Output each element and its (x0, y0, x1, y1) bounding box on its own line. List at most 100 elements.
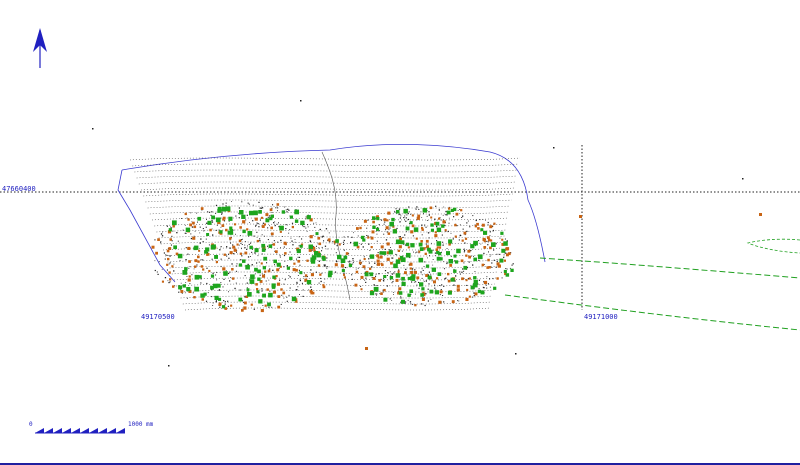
green-marker (299, 271, 303, 275)
orange-marker (246, 228, 249, 231)
survey-point (415, 252, 417, 254)
orange-marker (238, 239, 242, 242)
orange-marker (327, 238, 331, 242)
green-marker (296, 248, 301, 254)
survey-point (453, 284, 455, 286)
green-marker (435, 221, 440, 226)
survey-point (400, 278, 402, 280)
survey-point (163, 252, 165, 254)
green-marker (491, 242, 496, 247)
orange-marker (193, 296, 196, 299)
orange-marker (239, 226, 242, 229)
survey-point (450, 233, 452, 234)
green-marker (253, 210, 258, 216)
map-canvas[interactable]: 47660400 49170500 49171000 0 1000 mm (0, 0, 800, 465)
orange-marker (277, 305, 281, 309)
survey-point (411, 268, 414, 270)
survey-point (357, 235, 359, 237)
survey-point (467, 220, 469, 222)
survey-point (211, 228, 213, 230)
survey-point (479, 219, 481, 221)
survey-point (220, 226, 222, 228)
survey-point (305, 227, 307, 229)
orange-marker (386, 242, 390, 246)
orange-marker (232, 245, 236, 249)
orange-marker (363, 258, 366, 261)
orange-marker (490, 239, 493, 242)
green-marker (245, 264, 250, 270)
scale-start-label: 0 (29, 421, 33, 428)
green-marker (413, 227, 419, 232)
green-marker (427, 247, 431, 252)
survey-point (425, 280, 427, 282)
contour-line (134, 169, 518, 173)
survey-point (256, 236, 258, 238)
survey-point (493, 249, 495, 251)
orange-marker (218, 302, 222, 306)
green-marker (463, 265, 468, 270)
survey-point (394, 271, 396, 273)
survey-point (215, 229, 217, 231)
green-marker (206, 233, 210, 236)
orange-marker (386, 219, 389, 222)
survey-point (184, 292, 186, 294)
survey-point (199, 232, 201, 234)
survey-point (168, 263, 170, 265)
green-marker (249, 210, 254, 216)
green-marker (197, 216, 202, 221)
green-marker (185, 227, 191, 232)
survey-point (242, 238, 243, 240)
survey-point (512, 263, 514, 265)
green-marker (265, 218, 270, 223)
survey-point (284, 279, 286, 281)
survey-point (421, 234, 423, 236)
survey-point (328, 232, 330, 234)
survey-point (430, 274, 432, 276)
survey-point (434, 255, 436, 256)
green-marker (267, 302, 271, 307)
survey-point (343, 243, 345, 245)
survey-point (228, 220, 230, 222)
orange-marker (223, 253, 226, 256)
survey-point (391, 300, 393, 301)
survey-point (189, 266, 191, 268)
isolated-point (168, 365, 170, 367)
orange-marker (448, 207, 451, 210)
survey-point (279, 256, 281, 258)
green-marker (186, 287, 191, 292)
survey-point (305, 218, 307, 220)
orange-marker (438, 300, 442, 304)
survey-point (310, 269, 312, 271)
survey-point (487, 283, 489, 285)
survey-point (383, 233, 385, 235)
survey-point (292, 244, 294, 246)
survey-point (463, 270, 465, 272)
survey-point (288, 275, 290, 276)
orange-marker (343, 276, 346, 279)
survey-point (244, 296, 246, 298)
green-marker (315, 232, 319, 236)
survey-point (489, 231, 491, 233)
green-marker (499, 258, 504, 263)
green-marker (400, 255, 404, 260)
survey-point (166, 254, 168, 256)
survey-point (399, 236, 401, 238)
survey-point (193, 268, 195, 270)
green-marker (391, 217, 395, 222)
survey-point (231, 201, 232, 202)
green-marker (289, 215, 293, 219)
survey-point (301, 238, 303, 240)
green-marker (308, 244, 313, 249)
survey-point (492, 278, 494, 280)
survey-point (404, 234, 406, 236)
survey-point (473, 292, 475, 294)
green-marker (448, 239, 453, 244)
survey-point (205, 300, 208, 302)
survey-point (205, 226, 207, 228)
green-marker (262, 266, 266, 270)
survey-point (244, 247, 246, 249)
orange-marker (398, 245, 402, 249)
green-marker (261, 243, 266, 248)
orange-marker (358, 261, 362, 265)
survey-point (257, 223, 259, 225)
